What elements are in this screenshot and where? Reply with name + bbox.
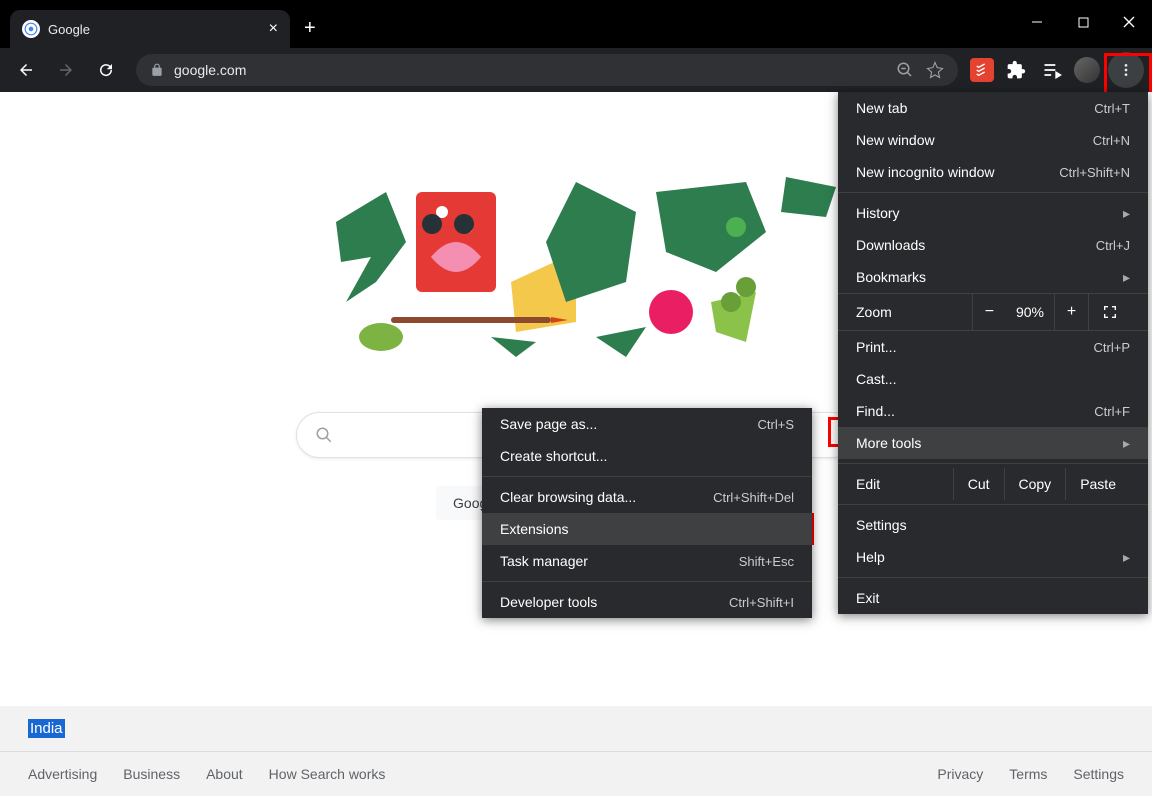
bookmark-star-icon[interactable] (926, 61, 944, 79)
menu-exit[interactable]: Exit (838, 582, 1148, 614)
menu-downloads[interactable]: Downloads Ctrl+J (838, 229, 1148, 261)
menu-cast[interactable]: Cast... (838, 363, 1148, 395)
new-tab-button[interactable]: + (304, 17, 316, 40)
extensions-puzzle-icon[interactable] (1002, 56, 1030, 84)
google-favicon-icon (22, 20, 40, 38)
fullscreen-button[interactable] (1088, 293, 1130, 331)
back-button[interactable] (8, 52, 44, 88)
zoom-indicator-icon[interactable] (896, 61, 914, 79)
url-text: google.com (174, 62, 246, 78)
menu-find[interactable]: Find... Ctrl+F (838, 395, 1148, 427)
footer-link[interactable]: Terms (1009, 766, 1047, 782)
menu-help[interactable]: Help ▸ (838, 541, 1148, 573)
submenu-clear-data[interactable]: Clear browsing data... Ctrl+Shift+Del (482, 481, 812, 513)
submenu-create-shortcut[interactable]: Create shortcut... (482, 440, 812, 472)
close-tab-icon[interactable]: × (269, 20, 278, 38)
zoom-in-button[interactable]: + (1054, 293, 1088, 331)
more-tools-submenu: Save page as... Ctrl+S Create shortcut..… (482, 408, 812, 618)
edit-cut-button[interactable]: Cut (953, 468, 1004, 500)
menu-new-tab[interactable]: New tab Ctrl+T (838, 92, 1148, 124)
search-icon (315, 426, 333, 444)
menu-more-tools[interactable]: More tools ▸ (838, 427, 1148, 459)
minimize-button[interactable] (1014, 6, 1060, 38)
chrome-main-menu: New tab Ctrl+T New window Ctrl+N New inc… (838, 92, 1148, 614)
edit-paste-button[interactable]: Paste (1065, 468, 1130, 500)
profile-avatar[interactable] (1074, 57, 1100, 83)
media-control-icon[interactable] (1038, 56, 1066, 84)
address-bar[interactable]: google.com (136, 54, 958, 86)
submenu-save-page[interactable]: Save page as... Ctrl+S (482, 408, 812, 440)
google-doodle[interactable] (316, 162, 836, 372)
zoom-out-button[interactable]: − (972, 293, 1006, 331)
footer-link[interactable]: Privacy (937, 766, 983, 782)
menu-zoom: Zoom − 90% + (838, 293, 1148, 331)
chevron-right-icon: ▸ (1123, 205, 1130, 222)
menu-history[interactable]: History ▸ (838, 197, 1148, 229)
chevron-right-icon: ▸ (1123, 549, 1130, 566)
footer-link[interactable]: Advertising (28, 766, 97, 782)
chrome-menu-button[interactable] (1108, 52, 1144, 88)
footer-link[interactable]: How Search works (269, 766, 386, 782)
submenu-dev-tools[interactable]: Developer tools Ctrl+Shift+I (482, 586, 812, 618)
tab-title: Google (48, 22, 90, 37)
browser-tab[interactable]: Google × (10, 10, 290, 48)
todoist-extension-icon[interactable] (970, 58, 994, 82)
footer-country: India (28, 719, 65, 738)
footer-link[interactable]: Settings (1073, 766, 1124, 782)
lock-icon (150, 63, 164, 77)
forward-button[interactable] (48, 52, 84, 88)
submenu-task-manager[interactable]: Task manager Shift+Esc (482, 545, 812, 577)
footer: India Advertising Business About How Sea… (0, 706, 1152, 796)
close-window-button[interactable] (1106, 6, 1152, 38)
title-bar: Google × + (0, 0, 1152, 48)
menu-new-incognito[interactable]: New incognito window Ctrl+Shift+N (838, 156, 1148, 188)
submenu-extensions[interactable]: Extensions (482, 513, 812, 545)
menu-new-window[interactable]: New window Ctrl+N (838, 124, 1148, 156)
menu-settings[interactable]: Settings (838, 509, 1148, 541)
menu-print[interactable]: Print... Ctrl+P (838, 331, 1148, 363)
window-controls (1014, 6, 1152, 38)
edit-copy-button[interactable]: Copy (1004, 468, 1066, 500)
chevron-right-icon: ▸ (1123, 435, 1130, 452)
chevron-right-icon: ▸ (1123, 269, 1130, 286)
zoom-value: 90% (1006, 304, 1054, 320)
reload-button[interactable] (88, 52, 124, 88)
menu-bookmarks[interactable]: Bookmarks ▸ (838, 261, 1148, 293)
toolbar: google.com (0, 48, 1152, 92)
maximize-button[interactable] (1060, 6, 1106, 38)
menu-edit-row: Edit Cut Copy Paste (838, 468, 1148, 500)
footer-link[interactable]: Business (123, 766, 180, 782)
footer-link[interactable]: About (206, 766, 243, 782)
